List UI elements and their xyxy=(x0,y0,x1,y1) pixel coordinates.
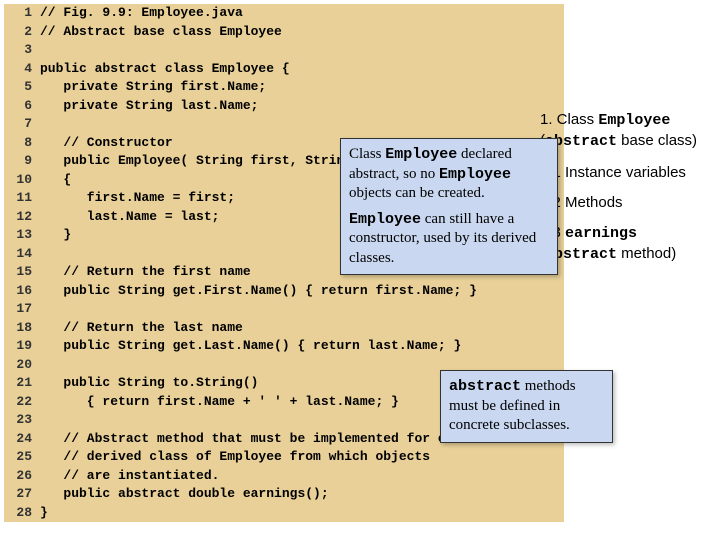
callout-abstract-methods: abstract methods must be defined in conc… xyxy=(440,370,613,443)
line-number: 14 xyxy=(4,245,40,264)
callout-text: Class xyxy=(349,146,385,162)
code-text: private String first.Name; xyxy=(40,78,564,97)
code-line: 7 xyxy=(4,115,564,134)
code-line: 3 xyxy=(4,41,564,60)
line-number: 3 xyxy=(4,41,40,60)
line-number: 13 xyxy=(4,226,40,245)
code-text: // Fig. 9.9: Employee.java xyxy=(40,4,564,23)
outline-mono: earnings xyxy=(565,225,637,242)
code-text xyxy=(40,115,564,134)
line-number: 5 xyxy=(4,78,40,97)
line-number: 16 xyxy=(4,282,40,301)
line-number: 9 xyxy=(4,152,40,171)
outline-item-2: 1.1 Instance variables xyxy=(540,163,710,183)
code-line: 25 // derived class of Employee from whi… xyxy=(4,448,564,467)
code-line: 28} xyxy=(4,504,564,523)
code-line: 16 public String get.First.Name() { retu… xyxy=(4,282,564,301)
code-text: // are instantiated. xyxy=(40,467,564,486)
callout-paragraph: Class Employee declared abstract, so no … xyxy=(349,145,549,204)
line-number: 15 xyxy=(4,263,40,282)
line-number: 26 xyxy=(4,467,40,486)
line-number: 4 xyxy=(4,60,40,79)
line-number: 23 xyxy=(4,411,40,430)
code-line: 26 // are instantiated. xyxy=(4,467,564,486)
code-text: // derived class of Employee from which … xyxy=(40,448,564,467)
line-number: 21 xyxy=(4,374,40,393)
code-line: 5 private String first.Name; xyxy=(4,78,564,97)
callout-paragraph: Employee can still have a constructor, u… xyxy=(349,210,549,269)
outline-panel: 1. Class Employee (abstract base class) … xyxy=(540,110,710,276)
line-number: 24 xyxy=(4,430,40,449)
code-line: 4public abstract class Employee { xyxy=(4,60,564,79)
code-line: 18 // Return the last name xyxy=(4,319,564,338)
line-number: 17 xyxy=(4,300,40,319)
line-number: 27 xyxy=(4,485,40,504)
callout-class-declared: Class Employee declared abstract, so no … xyxy=(340,138,558,275)
callout-text: objects can be created. xyxy=(349,185,485,201)
line-number: 25 xyxy=(4,448,40,467)
outline-text: 1. Class xyxy=(540,111,598,128)
code-line: 27 public abstract double earnings(); xyxy=(4,485,564,504)
line-number: 6 xyxy=(4,97,40,116)
code-text: // Abstract base class Employee xyxy=(40,23,564,42)
line-number: 28 xyxy=(4,504,40,523)
code-text: public String get.First.Name() { return … xyxy=(40,282,564,301)
code-text: public String get.Last.Name() { return l… xyxy=(40,337,564,356)
code-text xyxy=(40,300,564,319)
line-number: 18 xyxy=(4,319,40,338)
code-text: } xyxy=(40,504,564,523)
code-line: 1// Fig. 9.9: Employee.java xyxy=(4,4,564,23)
line-number: 20 xyxy=(4,356,40,375)
code-text xyxy=(40,41,564,60)
code-line: 19 public String get.Last.Name() { retur… xyxy=(4,337,564,356)
callout-mono: Employee xyxy=(349,211,421,228)
code-text: private String last.Name; xyxy=(40,97,564,116)
line-number: 19 xyxy=(4,337,40,356)
code-text: public abstract double earnings(); xyxy=(40,485,564,504)
line-number: 11 xyxy=(4,189,40,208)
outline-text: base class) xyxy=(617,132,697,149)
outline-item-3: 1.2 Methods xyxy=(540,193,710,213)
line-number: 2 xyxy=(4,23,40,42)
code-line: 17 xyxy=(4,300,564,319)
line-number: 10 xyxy=(4,171,40,190)
outline-mono: Employee xyxy=(598,112,670,129)
outline-item-4: 1.3 earnings (abstract method) xyxy=(540,223,710,266)
code-line: 6 private String last.Name; xyxy=(4,97,564,116)
line-number: 8 xyxy=(4,134,40,153)
line-number: 1 xyxy=(4,4,40,23)
code-text: public abstract class Employee { xyxy=(40,60,564,79)
outline-text: method) xyxy=(617,245,676,262)
callout-mono: abstract xyxy=(449,378,521,395)
line-number: 12 xyxy=(4,208,40,227)
callout-mono: Employee xyxy=(439,166,511,183)
callout-mono: Employee xyxy=(385,146,457,163)
code-text: // Return the last name xyxy=(40,319,564,338)
line-number: 22 xyxy=(4,393,40,412)
outline-item-1: 1. Class Employee (abstract base class) xyxy=(540,110,710,153)
code-line: 2// Abstract base class Employee xyxy=(4,23,564,42)
line-number: 7 xyxy=(4,115,40,134)
